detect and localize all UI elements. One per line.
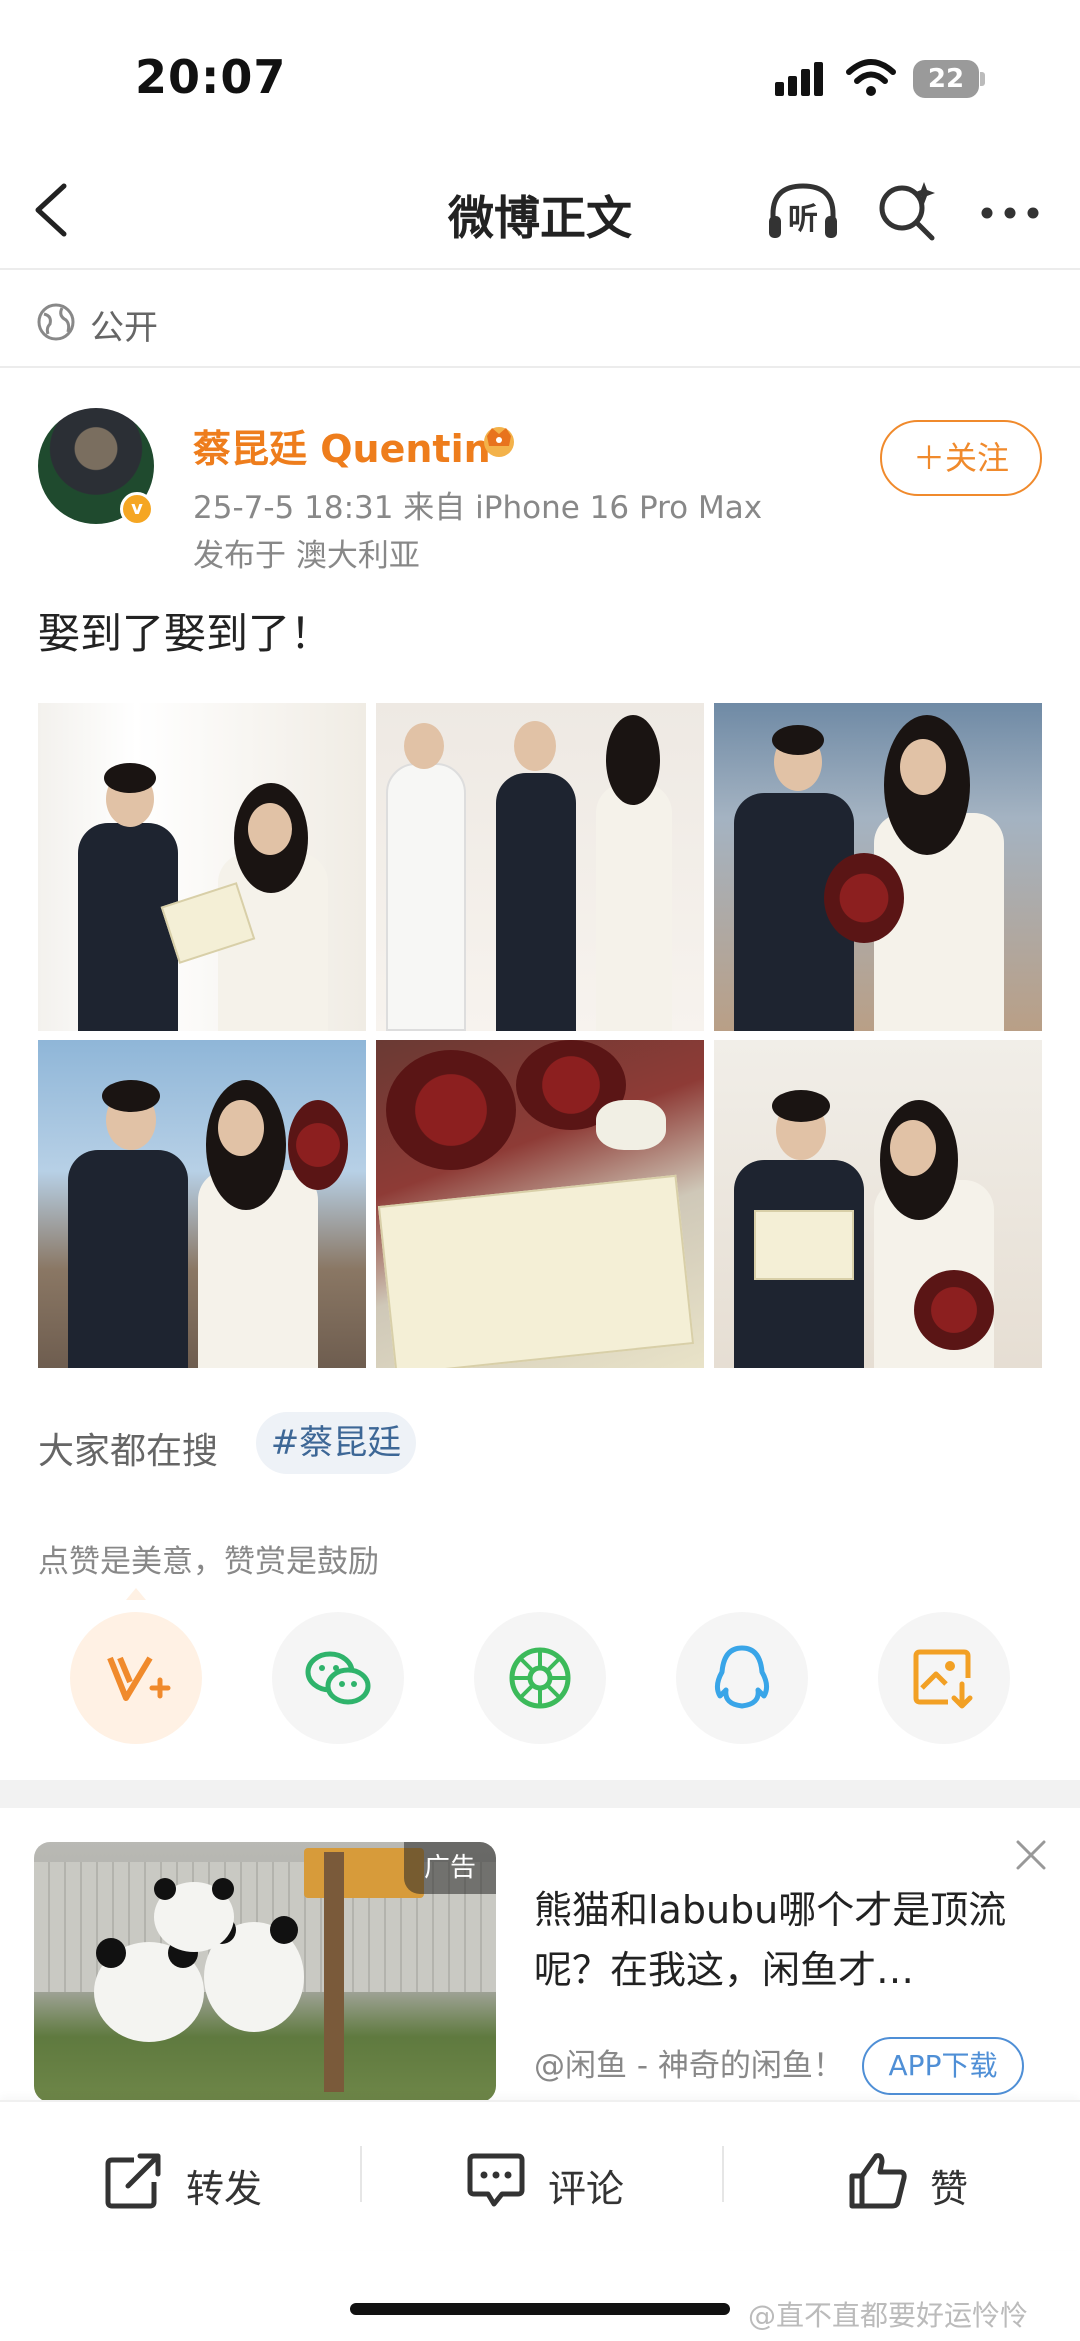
- comment-icon: [467, 2153, 525, 2207]
- follow-button[interactable]: ＋关注: [880, 420, 1042, 496]
- verified-badge-icon: v: [120, 492, 154, 526]
- comment-label: 评论: [548, 2167, 625, 2211]
- reward-tip: 点赞是美意，赞赏是鼓励: [38, 1544, 379, 1580]
- more-icon[interactable]: [980, 206, 1040, 220]
- post-meta: 25-7-5 18:31 来自 iPhone 16 Pro Max: [193, 490, 763, 526]
- toolbar-separator: [360, 2146, 362, 2202]
- post-photo-3[interactable]: [714, 703, 1042, 1031]
- hashtag-chip[interactable]: #蔡昆廷: [256, 1412, 416, 1474]
- home-indicator: [350, 2303, 730, 2315]
- post-photo-4[interactable]: [38, 1040, 366, 1368]
- status-bar: 20:07 22: [0, 0, 1080, 150]
- ad-source: @闲鱼 - 神奇的闲鱼！: [534, 2048, 844, 2084]
- share-wechat-button[interactable]: [272, 1612, 404, 1744]
- share-qq-button[interactable]: [676, 1612, 808, 1744]
- reward-icon: [107, 1656, 171, 1701]
- thumbs-up-icon: [849, 2153, 907, 2209]
- visibility-label: 公开: [90, 308, 158, 348]
- status-time: 20:07: [135, 50, 287, 104]
- qq-icon: [714, 1645, 770, 1709]
- ad-image[interactable]: 广告: [34, 1842, 496, 2102]
- close-icon[interactable]: [1014, 1838, 1048, 1872]
- crown-icon: [484, 427, 514, 457]
- post-text: 娶到了娶到了！: [38, 609, 333, 658]
- back-icon[interactable]: [28, 180, 74, 240]
- post-photo-2[interactable]: [376, 703, 704, 1031]
- section-divider: [0, 1780, 1080, 1808]
- repost-icon: [105, 2153, 161, 2209]
- wifi-icon: [846, 59, 896, 96]
- save-image-icon: [913, 1649, 973, 1709]
- globe-icon: [37, 303, 75, 341]
- bottom-toolbar: 转发 评论 赞: [0, 2100, 1080, 2250]
- battery-icon: 22: [913, 60, 985, 98]
- post-photo-5[interactable]: [376, 1040, 704, 1368]
- watermark: @直不直都要好运怜怜: [748, 2299, 1029, 2332]
- nav-bar: 微博正文 听: [0, 150, 1080, 270]
- post-location: 发布于 澳大利亚: [193, 538, 420, 574]
- reward-button[interactable]: [70, 1612, 202, 1744]
- listen-button[interactable]: 听: [765, 180, 841, 242]
- post-photo-6[interactable]: [714, 1040, 1042, 1368]
- moments-icon: [509, 1647, 571, 1709]
- trending-search-label: 大家都在搜: [38, 1431, 219, 1472]
- post-photo-1[interactable]: [38, 703, 366, 1031]
- listen-label: 听: [788, 202, 818, 237]
- app-download-button[interactable]: APP下载: [862, 2037, 1024, 2095]
- save-image-button[interactable]: [878, 1612, 1010, 1744]
- ad-badge: 广告: [404, 1842, 496, 1894]
- battery-level: 22: [927, 64, 965, 94]
- tip-arrow-icon: [126, 1588, 146, 1600]
- author-name[interactable]: 蔡昆廷 Quentin: [193, 418, 491, 473]
- share-moments-button[interactable]: [474, 1612, 606, 1744]
- visibility-row: 公开: [0, 272, 1080, 368]
- wechat-icon: [305, 1651, 371, 1705]
- ad-title[interactable]: 熊猫和labubu哪个才是顶流呢？在我这，闲鱼才…: [534, 1880, 1034, 2000]
- cellular-signal-icon: [775, 62, 823, 96]
- search-icon[interactable]: [876, 178, 938, 242]
- repost-label: 转发: [186, 2167, 263, 2211]
- toolbar-separator: [722, 2146, 724, 2202]
- like-label: 赞: [930, 2167, 969, 2211]
